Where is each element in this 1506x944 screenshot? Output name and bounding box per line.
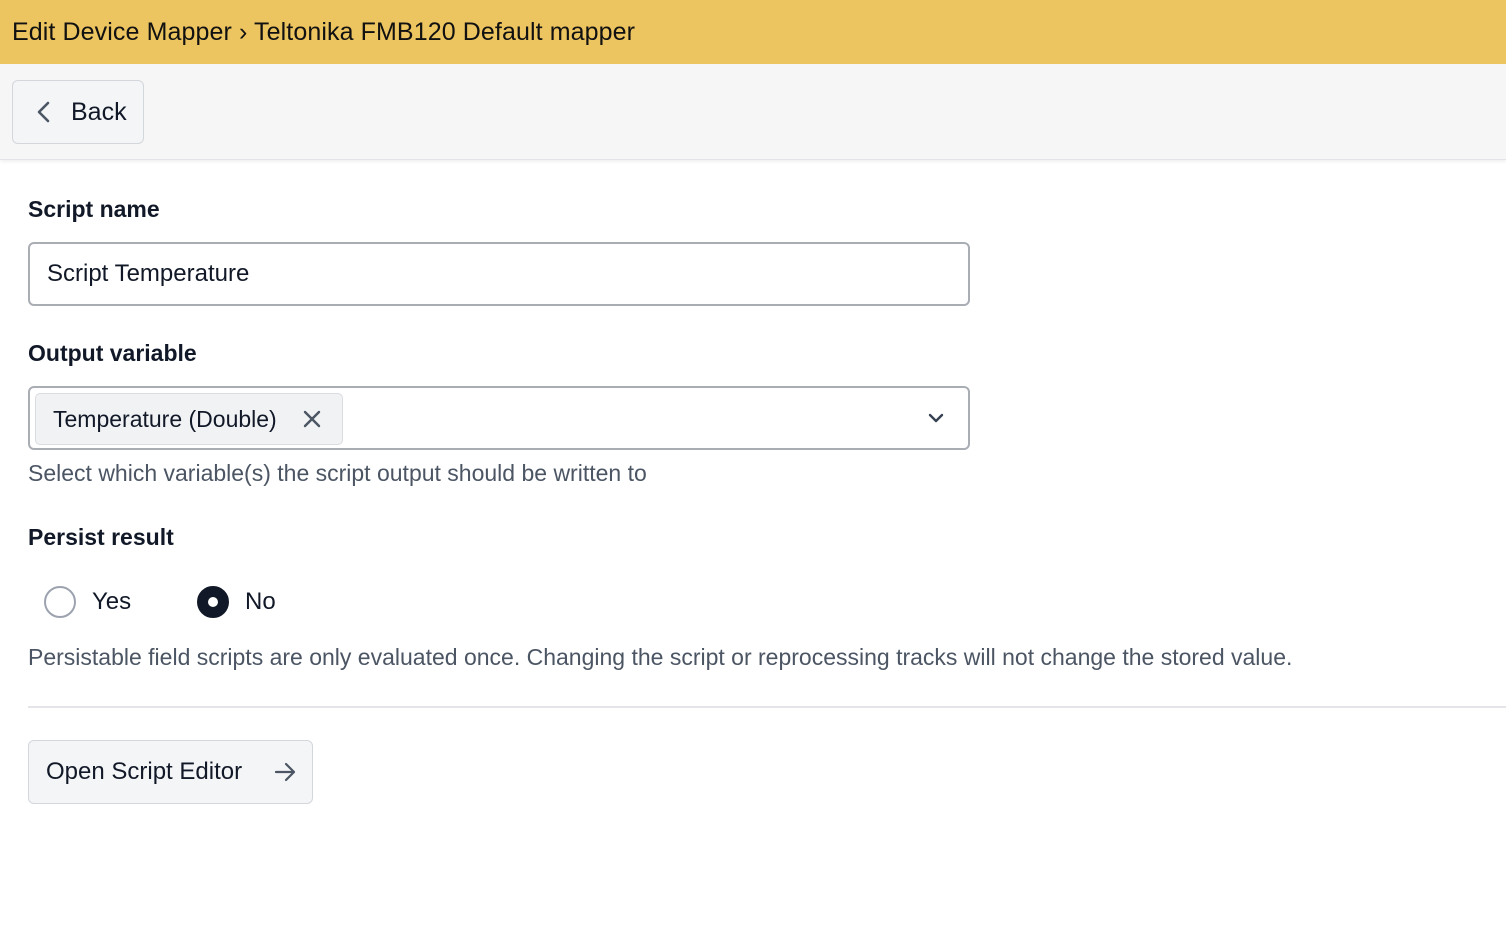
persist-no-radio[interactable]: No xyxy=(197,585,276,619)
output-variable-select[interactable]: Temperature (Double) xyxy=(28,386,970,450)
title-bar: Edit Device Mapper › Teltonika FMB120 De… xyxy=(0,0,1506,64)
chevron-down-icon[interactable] xyxy=(926,410,946,426)
radio-button-checked[interactable] xyxy=(197,586,229,618)
open-script-editor-button[interactable]: Open Script Editor xyxy=(28,740,313,804)
back-button-label: Back xyxy=(71,97,127,126)
persist-result-label: Persist result xyxy=(28,524,174,550)
selected-variable-chip: Temperature (Double) xyxy=(35,393,343,445)
chevron-left-icon xyxy=(35,101,53,123)
persist-yes-label: Yes xyxy=(92,588,132,615)
arrow-right-icon xyxy=(273,761,297,783)
output-variable-help: Select which variable(s) the script outp… xyxy=(28,460,647,486)
persist-yes-radio[interactable]: Yes xyxy=(44,585,131,619)
selected-variable-label: Temperature (Double) xyxy=(53,405,277,432)
divider xyxy=(28,706,1506,708)
toolbar: Back xyxy=(0,64,1506,160)
script-name-input[interactable] xyxy=(28,242,970,306)
close-icon[interactable] xyxy=(302,409,322,429)
back-button[interactable]: Back xyxy=(12,80,144,144)
output-variable-label: Output variable xyxy=(28,340,197,366)
script-name-label: Script name xyxy=(28,196,160,222)
persist-no-label: No xyxy=(245,588,276,615)
open-script-editor-label: Open Script Editor xyxy=(46,758,243,785)
radio-button-unchecked[interactable] xyxy=(44,586,76,618)
page-title: Edit Device Mapper › Teltonika FMB120 De… xyxy=(12,17,636,46)
persist-result-help: Persistable field scripts are only evalu… xyxy=(28,644,1293,670)
